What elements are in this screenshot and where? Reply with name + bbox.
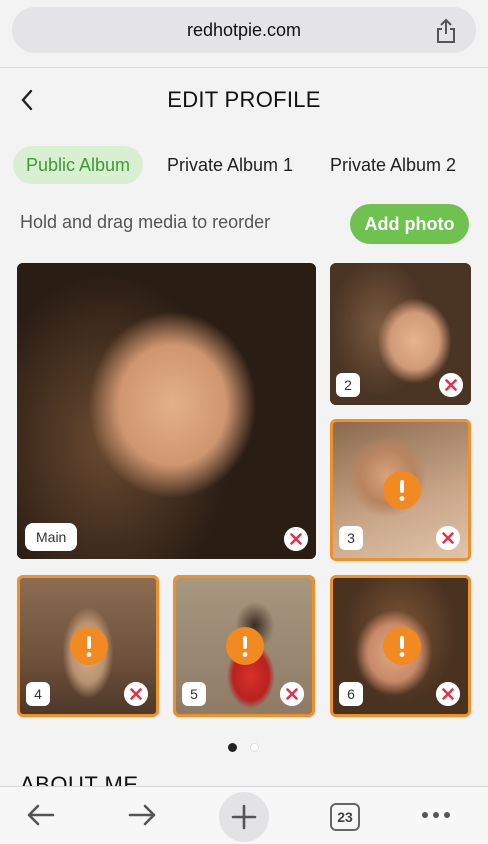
pending-approval-icon — [70, 627, 108, 665]
back-arrow-icon[interactable] — [20, 795, 60, 835]
address-bar[interactable]: redhotpie.com — [12, 7, 476, 53]
share-icon[interactable] — [434, 18, 458, 44]
photo-tile-3[interactable]: 3 — [330, 419, 471, 561]
photo-order-badge: 3 — [339, 526, 363, 550]
pending-approval-icon — [226, 627, 264, 665]
pager-dot-active[interactable] — [228, 743, 237, 752]
pending-approval-icon — [383, 471, 421, 509]
add-photo-button[interactable]: Add photo — [350, 204, 469, 244]
tab-private-album-2[interactable]: Private Album 2 — [330, 146, 456, 184]
page-title: EDIT PROFILE — [167, 87, 321, 112]
photo-order-badge: 6 — [339, 682, 363, 706]
remove-photo-icon[interactable] — [436, 526, 460, 550]
browser-url-bar-area: redhotpie.com — [0, 0, 488, 68]
photo-order-badge: 2 — [336, 373, 360, 397]
photo-tile-main[interactable]: Main — [17, 263, 316, 559]
tab-public-album[interactable]: Public Album — [13, 146, 144, 184]
remove-photo-icon[interactable] — [124, 682, 148, 706]
remove-photo-icon[interactable] — [439, 373, 463, 397]
photo-tile-5[interactable]: 5 — [173, 575, 315, 717]
photo-tile-4[interactable]: 4 — [17, 575, 159, 717]
plus-icon — [231, 804, 257, 830]
pending-approval-icon — [383, 627, 421, 665]
tab-private-album-1[interactable]: Private Album 1 — [167, 146, 293, 184]
url-text[interactable]: redhotpie.com — [12, 7, 476, 53]
photo-tile-6[interactable]: 6 — [330, 575, 471, 717]
new-tab-button[interactable] — [219, 792, 269, 842]
pager-dot[interactable] — [250, 743, 259, 752]
remove-photo-icon[interactable] — [436, 682, 460, 706]
photo-order-badge: 4 — [26, 682, 50, 706]
photo-tile-2[interactable]: 2 — [330, 263, 471, 405]
tabs-count-button[interactable]: 23 — [330, 803, 360, 831]
remove-photo-icon[interactable] — [280, 682, 304, 706]
forward-arrow-icon[interactable] — [123, 795, 163, 835]
main-photo-badge: Main — [25, 523, 78, 551]
reorder-hint: Hold and drag media to reorder — [20, 212, 271, 232]
photo-order-badge: 5 — [182, 682, 206, 706]
more-options-icon[interactable] — [416, 795, 456, 835]
photo-thumbnail — [17, 263, 316, 559]
remove-photo-icon[interactable] — [284, 527, 308, 551]
